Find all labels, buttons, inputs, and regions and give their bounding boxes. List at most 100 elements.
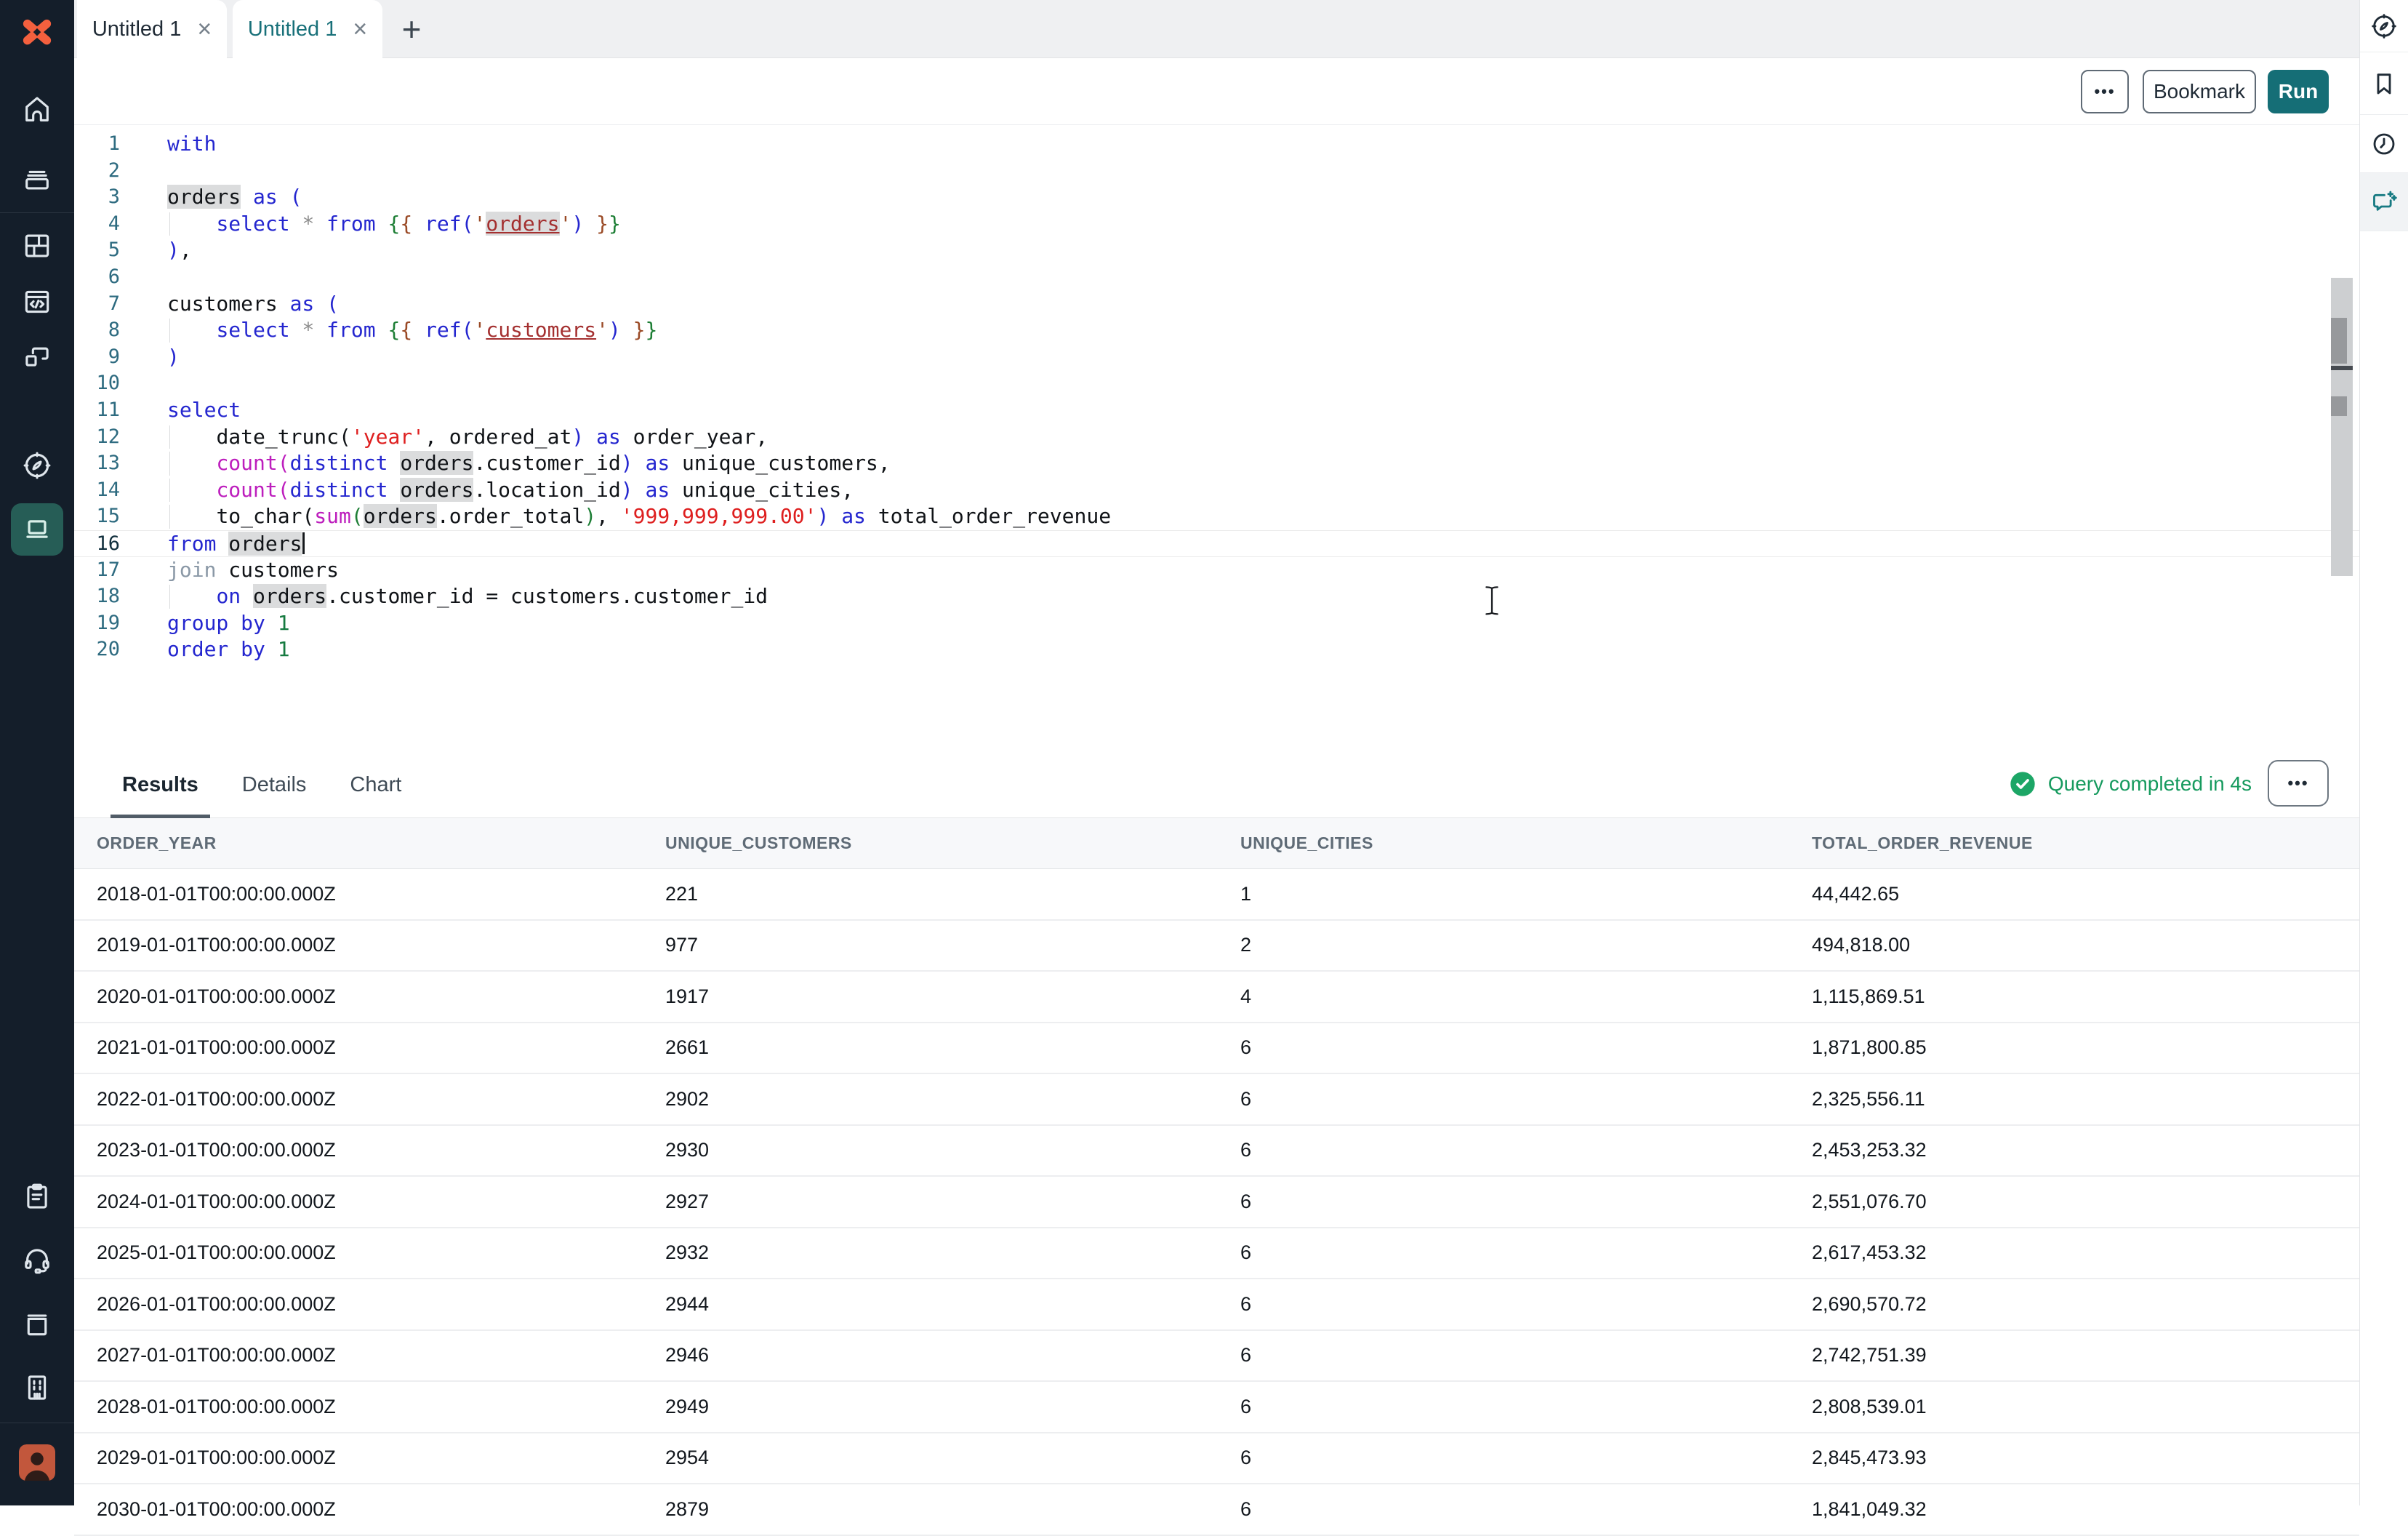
more-options-button[interactable]: ••• — [2081, 70, 2129, 113]
clipboard-icon[interactable] — [21, 1180, 53, 1212]
table-cell: 2023-01-01T00:00:00.000Z — [97, 1139, 665, 1161]
table-cell: 6 — [1240, 1241, 1812, 1264]
windows-icon[interactable] — [21, 342, 53, 374]
code-line: 6 — [74, 264, 2359, 291]
code-window-icon[interactable] — [21, 286, 53, 318]
table-cell: 2954 — [665, 1447, 1240, 1469]
history-icon[interactable] — [2360, 115, 2408, 173]
indent-guide — [169, 505, 170, 529]
laptop-icon[interactable] — [11, 503, 63, 556]
table-cell: 1,871,800.85 — [1812, 1036, 2359, 1059]
code-line: 12 date_trunc('year', ordered_at) as ord… — [74, 424, 2359, 451]
close-icon[interactable]: × — [353, 17, 367, 41]
table-cell: 2026-01-01T00:00:00.000Z — [97, 1293, 665, 1316]
tab-chart[interactable]: Chart — [338, 749, 413, 818]
table-cell: 2025-01-01T00:00:00.000Z — [97, 1241, 665, 1264]
run-button[interactable]: Run — [2268, 70, 2329, 113]
success-check-icon — [2008, 769, 2037, 799]
code-text: with — [167, 131, 216, 158]
code-line: 20order by 1 — [74, 636, 2359, 663]
editor-scrollbar[interactable] — [2331, 278, 2353, 576]
table-cell: 44,442.65 — [1812, 883, 2359, 905]
table-row: 2025-01-01T00:00:00.000Z293262,617,453.3… — [74, 1228, 2359, 1280]
table-cell: 6 — [1240, 1447, 1812, 1469]
bookmark-button[interactable]: Bookmark — [2143, 70, 2256, 113]
tab-label: Untitled 1 — [248, 17, 337, 41]
column-header: UNIQUE_CITIES — [1240, 833, 1812, 853]
bookmark-icon[interactable] — [2360, 52, 2408, 115]
text-caret — [302, 532, 305, 554]
table-cell: 6 — [1240, 1396, 1812, 1418]
tab-untitled-2[interactable]: Untitled 1 × — [233, 0, 382, 58]
code-line: 10 — [74, 370, 2359, 397]
table-cell: 2,551,076.70 — [1812, 1191, 2359, 1213]
table-cell: 2018-01-01T00:00:00.000Z — [97, 883, 665, 905]
table-row: 2021-01-01T00:00:00.000Z266161,871,800.8… — [74, 1023, 2359, 1075]
line-number: 13 — [74, 450, 120, 477]
line-number: 16 — [74, 531, 120, 556]
code-text: ) — [167, 344, 180, 371]
table-cell: 2,453,253.32 — [1812, 1139, 2359, 1161]
table-cell: 2027-01-01T00:00:00.000Z — [97, 1344, 665, 1367]
line-number: 9 — [74, 344, 120, 371]
query-status-text: Query completed in 4s — [2048, 772, 2252, 796]
dashboard-icon[interactable] — [21, 230, 53, 262]
results-more-button[interactable]: ••• — [2268, 760, 2329, 807]
table-cell: 2020-01-01T00:00:00.000Z — [97, 985, 665, 1008]
tab-details[interactable]: Details — [230, 749, 318, 818]
code-text: join customers — [167, 557, 339, 584]
code-text: date_trunc('year', ordered_at) as order_… — [167, 424, 768, 451]
book-icon[interactable] — [21, 1308, 53, 1340]
code-text: select * from {{ ref('orders') }} — [167, 211, 621, 238]
indent-guide — [169, 479, 170, 503]
close-icon[interactable]: × — [197, 17, 212, 41]
indent-guide — [169, 425, 170, 449]
tab-untitled-1[interactable]: Untitled 1 × — [77, 0, 227, 58]
table-body: 2018-01-01T00:00:00.000Z221144,442.65201… — [74, 869, 2359, 1536]
code-line: 19group by 1 — [74, 610, 2359, 637]
line-number: 1 — [74, 131, 120, 158]
code-line: 4 select * from {{ ref('orders') }} — [74, 211, 2359, 238]
inbox-stack-icon[interactable] — [21, 162, 53, 194]
code-line: 14 count(distinct orders.location_id) as… — [74, 477, 2359, 504]
headset-icon[interactable] — [21, 1244, 53, 1276]
home-icon[interactable] — [21, 93, 53, 125]
code-text: order by 1 — [167, 636, 290, 663]
table-cell: 2930 — [665, 1139, 1240, 1161]
code-text: ), — [167, 237, 192, 264]
code-text: orders as ( — [167, 184, 302, 211]
table-row: 2030-01-01T00:00:00.000Z287961,841,049.3… — [74, 1484, 2359, 1536]
code-line: 16from orders — [74, 530, 2359, 557]
line-number: 5 — [74, 237, 120, 264]
table-cell: 2022-01-01T00:00:00.000Z — [97, 1088, 665, 1111]
sql-editor[interactable]: 1with23orders as (4 select * from {{ ref… — [74, 125, 2359, 749]
building-icon[interactable] — [21, 1372, 53, 1404]
compass-icon[interactable] — [2360, 0, 2408, 52]
table-cell: 6 — [1240, 1139, 1812, 1161]
tab-results[interactable]: Results — [111, 749, 210, 818]
line-number: 18 — [74, 583, 120, 610]
line-number: 7 — [74, 291, 120, 318]
line-number: 19 — [74, 610, 120, 637]
right-sidebar — [2359, 0, 2408, 1505]
code-text: count(distinct orders.customer_id) as un… — [167, 450, 891, 477]
code-line: 18 on orders.customer_id = customers.cus… — [74, 583, 2359, 610]
line-number: 2 — [74, 158, 120, 185]
table-cell: 6 — [1240, 1088, 1812, 1111]
table-cell: 977 — [665, 934, 1240, 956]
compass-icon[interactable] — [21, 449, 53, 481]
table-cell: 2879 — [665, 1498, 1240, 1521]
hex-logo-icon — [17, 16, 57, 57]
table-cell: 2028-01-01T00:00:00.000Z — [97, 1396, 665, 1418]
new-tab-button[interactable]: + — [394, 12, 429, 47]
ai-chat-icon[interactable] — [2360, 173, 2408, 231]
table-cell: 2019-01-01T00:00:00.000Z — [97, 934, 665, 956]
code-text: customers as ( — [167, 291, 339, 318]
line-number: 10 — [74, 370, 120, 397]
table-cell: 2,690,570.72 — [1812, 1293, 2359, 1316]
results-panel: Results Details Chart Query completed in… — [74, 749, 2359, 1505]
user-avatar[interactable] — [19, 1444, 55, 1481]
table-cell: 1,115,869.51 — [1812, 985, 2359, 1008]
table-cell: 2,742,751.39 — [1812, 1344, 2359, 1367]
scrollbar-thumb[interactable] — [2331, 318, 2347, 364]
